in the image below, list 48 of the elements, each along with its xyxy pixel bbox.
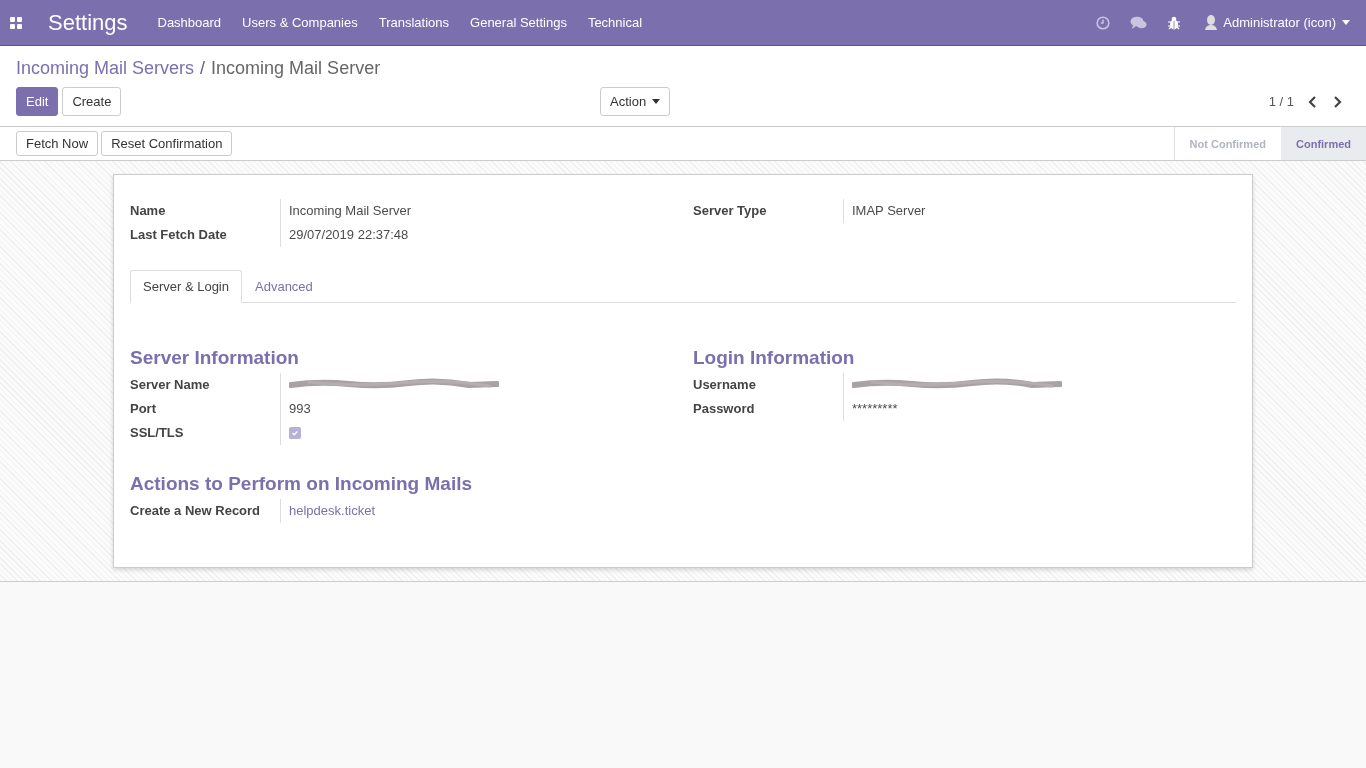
field-value: Incoming Mail Server (289, 203, 412, 218)
user-menu[interactable]: Administrator (icon) (1205, 15, 1350, 30)
checkmark-icon (291, 429, 299, 437)
section-title: Server Information (130, 347, 300, 369)
create-button[interactable]: Create (62, 87, 122, 116)
chat-icon[interactable] (1130, 15, 1148, 30)
field-value: 29/07/2019 22:37:48 (289, 227, 409, 242)
action-dropdown[interactable]: Action (600, 87, 671, 116)
caret-icon (1342, 20, 1350, 25)
checkbox[interactable] (289, 427, 301, 439)
field-value: ********* (852, 401, 898, 416)
menu-item[interactable]: General Settings (470, 15, 567, 30)
caret-icon (652, 99, 661, 104)
field-label: Password (693, 400, 756, 418)
menu-item[interactable]: Technical (587, 15, 643, 30)
previous-icon[interactable] (1308, 95, 1318, 108)
clock-icon[interactable] (1096, 15, 1111, 30)
field-label: Server Name (130, 376, 211, 394)
field-value: IMAP Server (852, 203, 926, 218)
field-value: 993 (289, 401, 311, 416)
header-button[interactable]: Reset Confirmation (101, 131, 233, 156)
menu-item[interactable]: Users & Companies (242, 15, 358, 30)
next-icon[interactable] (1332, 95, 1342, 108)
field-label: Create a New Record (130, 502, 262, 520)
breadcrumb-current: Incoming Mail Server (211, 58, 381, 79)
menu-item[interactable]: Dashboard (157, 15, 222, 30)
field-label: Last Fetch Date (130, 226, 228, 244)
field-label: Name (130, 202, 167, 220)
pager-value: 1 / 1 (1268, 94, 1294, 109)
app-title: Settings (48, 9, 128, 36)
apps-menu-icon[interactable] (10, 16, 22, 29)
status-stage[interactable]: Confirmed (1281, 127, 1366, 160)
header-button[interactable]: Fetch Now (16, 131, 99, 156)
menu-item[interactable]: Translations (378, 15, 450, 30)
field-label: Server Type (693, 202, 768, 220)
breadcrumb-separator: / (200, 58, 206, 79)
record-link[interactable]: helpdesk.ticket (289, 503, 375, 518)
breadcrumb-link[interactable]: Incoming Mail Servers (16, 58, 195, 79)
field-label: Username (693, 376, 757, 394)
user-icon (1205, 15, 1218, 30)
field-label: Port (130, 400, 157, 418)
section-title: Login Information (693, 347, 856, 369)
edit-button[interactable]: Edit (16, 87, 59, 116)
bug-icon[interactable] (1167, 15, 1182, 30)
section-title: Actions to Perform on Incoming Mails (130, 473, 474, 495)
tab[interactable]: Server & Login (130, 270, 242, 303)
field-label: SSL/TLS (130, 424, 185, 442)
tab[interactable]: Advanced (242, 270, 326, 303)
